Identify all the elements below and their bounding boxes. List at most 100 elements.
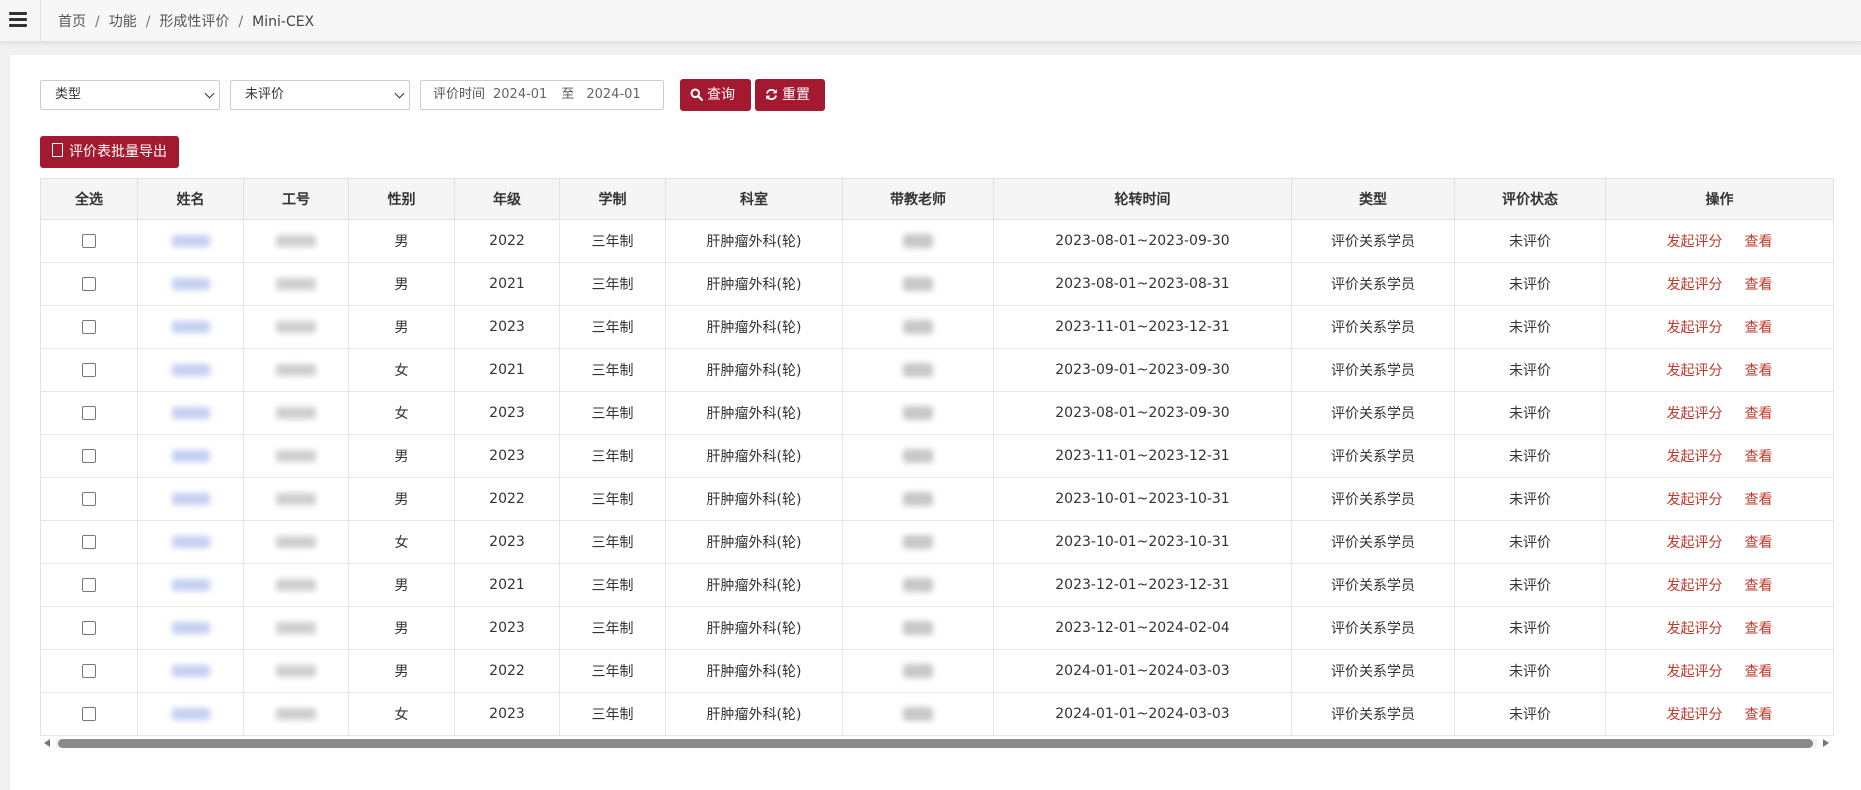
start-evaluation-link[interactable]: 发起评分 bbox=[1667, 664, 1723, 680]
row-select-cell bbox=[40, 649, 138, 693]
period-cell: 2023-12-01~2024-02-04 bbox=[993, 606, 1292, 650]
start-evaluation-link[interactable]: 发起评分 bbox=[1667, 363, 1723, 379]
row-checkbox[interactable] bbox=[82, 449, 96, 463]
view-link[interactable]: 查看 bbox=[1745, 664, 1773, 680]
start-evaluation-link[interactable]: 发起评分 bbox=[1667, 277, 1723, 293]
type-select[interactable]: 类型 bbox=[40, 80, 220, 110]
query-button[interactable]: 查询 bbox=[680, 79, 751, 111]
student-name-link[interactable] bbox=[171, 450, 210, 462]
scroll-left-icon[interactable] bbox=[44, 739, 50, 747]
gender-cell: 男 bbox=[348, 434, 455, 478]
row-checkbox[interactable] bbox=[82, 406, 96, 420]
start-evaluation-link[interactable]: 发起评分 bbox=[1667, 449, 1723, 465]
header-select-all[interactable]: 全选 bbox=[40, 178, 138, 220]
view-link[interactable]: 查看 bbox=[1745, 363, 1773, 379]
type-cell: 评价关系学员 bbox=[1291, 262, 1455, 306]
date-from[interactable]: 2024-01 bbox=[493, 87, 547, 102]
student-name-link[interactable] bbox=[171, 235, 210, 247]
student-name-link[interactable] bbox=[171, 407, 210, 419]
dept-cell: 肝肿瘤外科(轮) bbox=[665, 563, 843, 607]
date-to[interactable]: 2024-01 bbox=[586, 87, 640, 102]
view-link[interactable]: 查看 bbox=[1745, 707, 1773, 723]
start-evaluation-link[interactable]: 发起评分 bbox=[1667, 492, 1723, 508]
start-evaluation-link[interactable]: 发起评分 bbox=[1667, 406, 1723, 422]
row-checkbox[interactable] bbox=[82, 492, 96, 506]
reset-button[interactable]: 重置 bbox=[755, 79, 825, 111]
view-link[interactable]: 查看 bbox=[1745, 492, 1773, 508]
header-dept: 科室 bbox=[665, 178, 843, 220]
row-checkbox[interactable] bbox=[82, 234, 96, 248]
scroll-thumb[interactable] bbox=[58, 739, 1813, 748]
grade-cell: 2021 bbox=[454, 262, 560, 306]
student-name-link[interactable] bbox=[171, 493, 210, 505]
period-cell: 2023-11-01~2023-12-31 bbox=[993, 434, 1292, 478]
batch-export-button[interactable]: 评价表批量导出 bbox=[40, 136, 179, 168]
breadcrumb-function[interactable]: 功能 bbox=[109, 14, 137, 30]
student-name-link[interactable] bbox=[171, 665, 210, 677]
row-checkbox[interactable] bbox=[82, 664, 96, 678]
status-cell: 未评价 bbox=[1454, 606, 1606, 650]
top-bar: 首页 / 功能 / 形成性评价 / Mini-CEX bbox=[0, 0, 1861, 42]
student-name-link[interactable] bbox=[171, 536, 210, 548]
start-evaluation-link[interactable]: 发起评分 bbox=[1667, 578, 1723, 594]
view-link[interactable]: 查看 bbox=[1745, 234, 1773, 250]
date-sep: 至 bbox=[561, 87, 575, 102]
actions-cell: 发起评分 查看 bbox=[1605, 606, 1834, 650]
student-name-link[interactable] bbox=[171, 278, 210, 290]
staff-id-value bbox=[276, 450, 316, 462]
staff-id-cell bbox=[243, 305, 349, 349]
student-name-link[interactable] bbox=[171, 364, 210, 376]
menu-icon[interactable] bbox=[9, 12, 27, 28]
student-name-cell bbox=[137, 477, 244, 521]
actions-cell: 发起评分 查看 bbox=[1605, 434, 1834, 478]
table-row: 男 2023 三年制 肝肿瘤外科(轮) 2023-11-01~2023-12-31 评价关… bbox=[40, 434, 1834, 478]
view-link[interactable]: 查看 bbox=[1745, 277, 1773, 293]
gender-cell: 男 bbox=[348, 305, 455, 349]
view-link[interactable]: 查看 bbox=[1745, 320, 1773, 336]
student-name-link[interactable] bbox=[171, 579, 210, 591]
view-link[interactable]: 查看 bbox=[1745, 449, 1773, 465]
start-evaluation-link[interactable]: 发起评分 bbox=[1667, 707, 1723, 723]
table-row: 男 2022 三年制 肝肿瘤外科(轮) 2023-08-01~2023-09-30 评价关… bbox=[40, 219, 1834, 263]
system-cell: 三年制 bbox=[559, 692, 666, 736]
type-cell: 评价关系学员 bbox=[1291, 520, 1455, 564]
row-checkbox[interactable] bbox=[82, 363, 96, 377]
teacher-value bbox=[903, 406, 933, 420]
view-link[interactable]: 查看 bbox=[1745, 621, 1773, 637]
row-checkbox[interactable] bbox=[82, 277, 96, 291]
start-evaluation-link[interactable]: 发起评分 bbox=[1667, 234, 1723, 250]
row-checkbox[interactable] bbox=[82, 707, 96, 721]
actions-cell: 发起评分 查看 bbox=[1605, 219, 1834, 263]
start-evaluation-link[interactable]: 发起评分 bbox=[1667, 320, 1723, 336]
view-link[interactable]: 查看 bbox=[1745, 578, 1773, 594]
view-link[interactable]: 查看 bbox=[1745, 406, 1773, 422]
scroll-right-icon[interactable] bbox=[1823, 739, 1829, 747]
row-checkbox[interactable] bbox=[82, 320, 96, 334]
row-checkbox[interactable] bbox=[82, 621, 96, 635]
view-link[interactable]: 查看 bbox=[1745, 535, 1773, 551]
row-checkbox[interactable] bbox=[82, 535, 96, 549]
date-range-input[interactable]: 评价时间 2024-01 至 2024-01 bbox=[420, 80, 664, 110]
status-select[interactable]: 未评价 bbox=[230, 80, 410, 110]
student-name-link[interactable] bbox=[171, 622, 210, 634]
student-name-link[interactable] bbox=[171, 321, 210, 333]
system-cell: 三年制 bbox=[559, 563, 666, 607]
start-evaluation-link[interactable]: 发起评分 bbox=[1667, 535, 1723, 551]
status-cell: 未评价 bbox=[1454, 391, 1606, 435]
breadcrumb-formative[interactable]: 形成性评价 bbox=[159, 14, 229, 30]
search-icon bbox=[690, 88, 703, 101]
breadcrumb-home[interactable]: 首页 bbox=[58, 14, 86, 30]
staff-id-cell bbox=[243, 649, 349, 693]
row-select-cell bbox=[40, 434, 138, 478]
teacher-cell bbox=[842, 219, 994, 263]
table-header-row: 全选 姓名 工号 性别 年级 学制 科室 带教老师 轮转时间 类型 评价状态 操… bbox=[40, 178, 1834, 220]
header-staff-id: 工号 bbox=[243, 178, 349, 220]
status-cell: 未评价 bbox=[1454, 262, 1606, 306]
row-checkbox[interactable] bbox=[82, 578, 96, 592]
horizontal-scrollbar[interactable] bbox=[40, 736, 1833, 750]
student-name-link[interactable] bbox=[171, 708, 210, 720]
start-evaluation-link[interactable]: 发起评分 bbox=[1667, 621, 1723, 637]
table-row: 女 2023 三年制 肝肿瘤外科(轮) 2023-08-01~2023-09-30 评价关… bbox=[40, 391, 1834, 435]
status-cell: 未评价 bbox=[1454, 649, 1606, 693]
teacher-value bbox=[903, 277, 933, 291]
